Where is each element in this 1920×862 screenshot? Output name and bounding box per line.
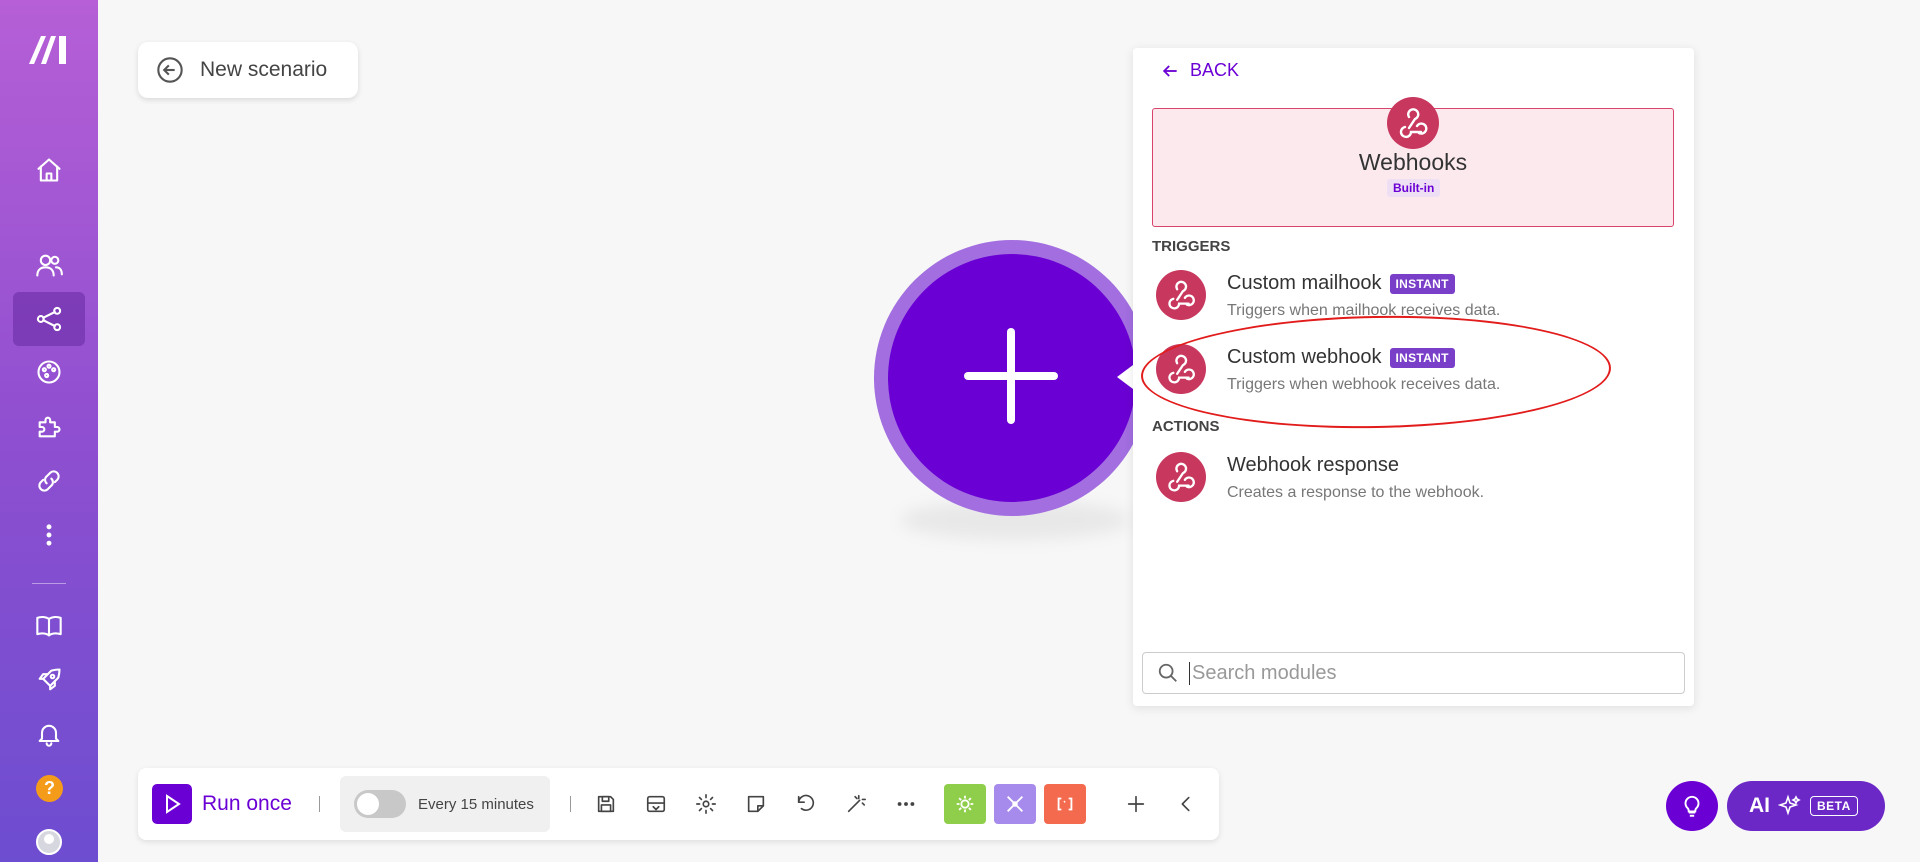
flow-control-icon (1007, 796, 1023, 812)
module-title-text: Custom mailhook (1227, 272, 1382, 294)
module-picker-panel: BACK Webhooks Built-in TRIGGERS Custom m… (1133, 48, 1694, 706)
module-title: Webhook response (1227, 454, 1399, 477)
sidebar-item-whats-new[interactable] (13, 653, 85, 707)
sidebar-item-connections[interactable] (13, 454, 85, 508)
home-icon (37, 158, 61, 182)
back-label: BACK (1190, 60, 1240, 80)
app-name: Webhooks (1358, 149, 1468, 175)
note-icon (747, 795, 765, 813)
scenario-title[interactable]: New scenario (200, 58, 327, 82)
brackets-icon (1057, 797, 1073, 811)
ai-label: AI (1749, 794, 1770, 817)
toolbar-separator (319, 796, 320, 812)
webhook-icon (1156, 452, 1206, 502)
sidebar: ? (0, 0, 98, 862)
more-horizontal-icon (897, 802, 915, 806)
module-title-text: Webhook response (1227, 454, 1399, 476)
schedule-label[interactable]: Every 15 minutes (418, 796, 534, 813)
sidebar-item-more[interactable] (13, 508, 85, 562)
scenario-title-pill[interactable]: New scenario (138, 42, 358, 98)
add-button[interactable] (1122, 790, 1150, 818)
tips-button[interactable] (1666, 781, 1718, 831)
rocket-icon (38, 668, 61, 691)
search-modules-input[interactable] (1189, 661, 1669, 685)
instant-badge: INSTANT (1389, 273, 1455, 294)
link-icon (38, 470, 60, 492)
scheduling-toggle[interactable] (354, 790, 406, 818)
arrow-left-icon (1162, 64, 1177, 77)
book-icon (36, 616, 62, 637)
triggers-label: TRIGGERS (1152, 238, 1231, 255)
module-description: Creates a response to the webhook. (1227, 484, 1485, 501)
help-icon[interactable]: ? (36, 775, 63, 802)
tools-button[interactable] (944, 784, 986, 824)
run-once-label: Run once (202, 792, 292, 815)
sidebar-item-team[interactable] (13, 238, 85, 292)
builtin-badge: Built-in (1387, 179, 1441, 197)
save-button[interactable] (592, 790, 620, 818)
undo-button[interactable] (792, 790, 820, 818)
back-button[interactable]: BACK (1160, 60, 1239, 81)
more-vertical-icon (46, 524, 52, 546)
sidebar-item-scenarios[interactable] (13, 292, 85, 346)
settings-button[interactable] (692, 790, 720, 818)
gear-icon (696, 794, 716, 814)
avatar[interactable] (36, 829, 62, 855)
search-modules-box[interactable] (1142, 652, 1685, 694)
sparkles-icon (1778, 794, 1801, 816)
scenario-io-button[interactable] (642, 790, 670, 818)
save-icon (597, 795, 615, 813)
users-icon (36, 254, 63, 277)
play-icon (152, 784, 192, 824)
chevron-left-icon (1181, 796, 1190, 812)
sidebar-item-home[interactable] (13, 143, 85, 197)
webhook-icon (1156, 270, 1206, 320)
sidebar-item-notifications[interactable] (13, 707, 85, 761)
bottom-toolbar: Run once Every 15 minutes (138, 768, 1219, 840)
sidebar-item-templates[interactable] (13, 345, 85, 399)
sidebar-item-docs[interactable] (13, 599, 85, 653)
sidebar-divider (32, 583, 66, 584)
palette-icon (37, 360, 61, 384)
puzzle-icon (38, 416, 61, 438)
actions-label: ACTIONS (1152, 418, 1220, 435)
module-title: Custom mailhook INSTANT (1227, 272, 1455, 295)
notes-button[interactable] (742, 790, 770, 818)
make-logo[interactable] (27, 34, 71, 66)
collapse-toolbar-button[interactable] (1172, 790, 1200, 818)
text-parser-button[interactable] (1044, 784, 1086, 824)
arrow-left-circle-icon[interactable] (156, 56, 184, 84)
scenario-inputs-icon (646, 795, 666, 813)
more-options-button[interactable] (892, 790, 920, 818)
run-once-button[interactable]: Run once (152, 784, 292, 824)
ai-assistant-button[interactable]: AI BETA (1727, 781, 1885, 831)
panel-pointer (1117, 365, 1133, 389)
search-icon (1158, 663, 1177, 682)
app-card-webhooks: Webhooks Built-in (1152, 97, 1674, 227)
webhook-icon (1387, 97, 1439, 149)
plus-icon (1127, 795, 1145, 813)
sidebar-item-apps[interactable] (13, 400, 85, 454)
lightbulb-icon (1684, 795, 1700, 817)
bell-icon (38, 724, 60, 747)
schedule-control[interactable]: Every 15 minutes (340, 776, 550, 832)
plus-icon-vertical (1007, 328, 1015, 424)
share-nodes-icon (36, 306, 62, 332)
toolbar-separator (570, 796, 571, 812)
flow-control-button[interactable] (994, 784, 1036, 824)
magic-wand-icon (847, 794, 866, 813)
module-webhook-response[interactable]: Webhook response Creates a response to t… (1156, 452, 1656, 512)
undo-icon (797, 794, 815, 811)
gear-icon (956, 795, 974, 813)
beta-badge: BETA (1810, 796, 1858, 816)
auto-align-button[interactable] (842, 790, 870, 818)
